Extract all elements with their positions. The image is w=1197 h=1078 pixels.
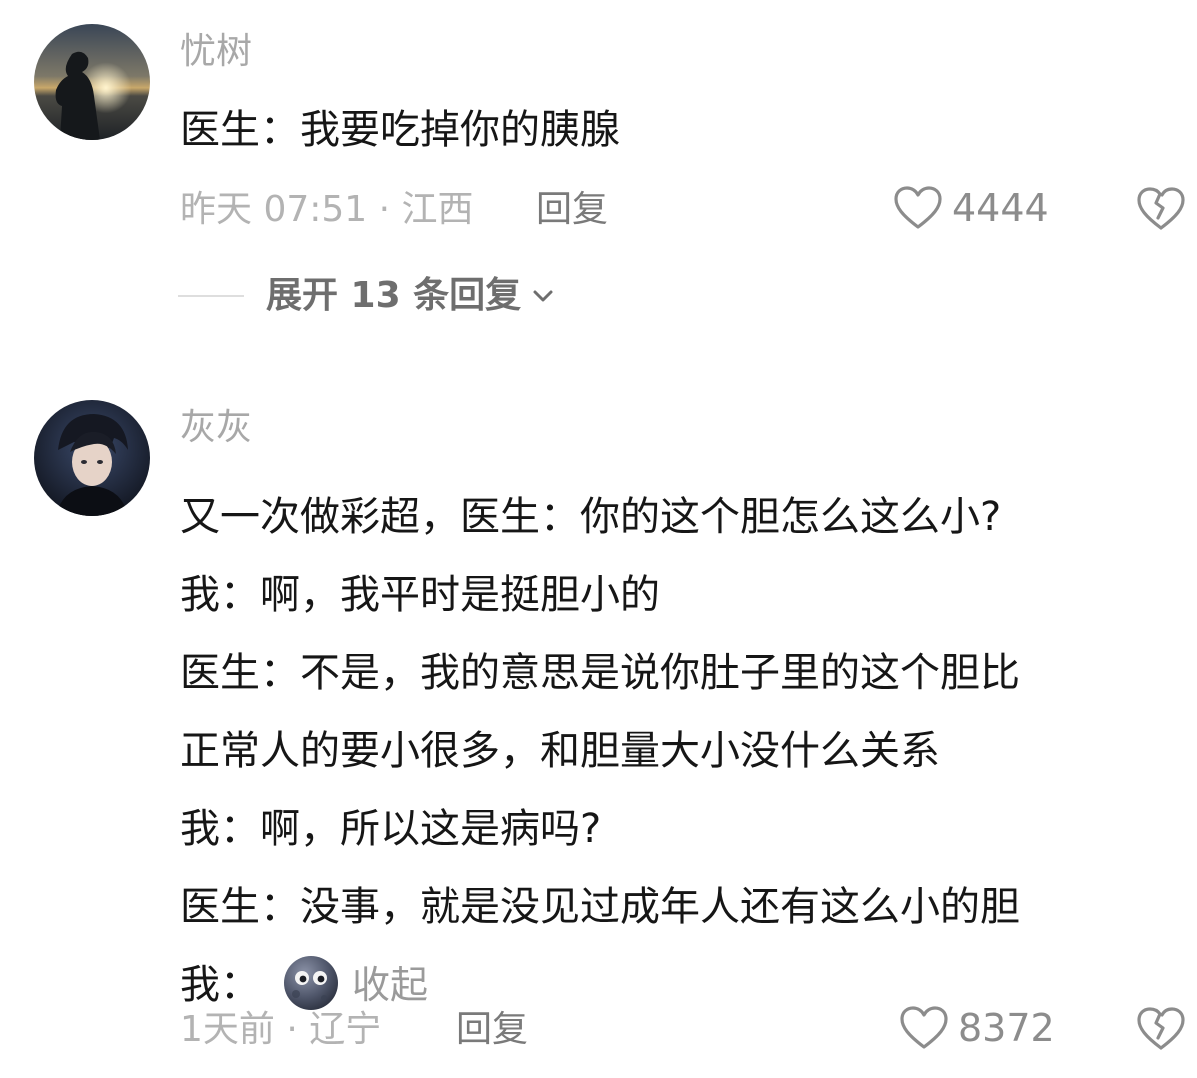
comment-text: 又一次做彩超，医生：你的这个胆怎么这么小? 我：啊，我平时是挺胆小的 医生：不是… [180, 478, 1020, 1024]
username[interactable]: 忧树 [180, 30, 252, 74]
comment-line: 医生：不是，我的意思是说你肚子里的这个胆比 [180, 650, 1020, 696]
comment-line: 医生：没事，就是没见过成年人还有这么小的胆 [180, 884, 1020, 930]
comment-timestamp-location: 1天前 · 辽宁 [180, 1009, 382, 1050]
divider-line [178, 295, 244, 297]
comment-line: 我：啊，所以这是病吗? [180, 806, 602, 852]
chevron-down-icon [533, 290, 553, 302]
collapse-button[interactable]: 收起 [352, 963, 428, 1007]
comment-timestamp-location: 昨天 07:51 · 江西 [180, 189, 474, 230]
anime-boy-avatar [34, 400, 150, 516]
heart-outline-icon [900, 1006, 948, 1049]
like-count: 8372 [958, 1006, 1055, 1050]
reply-button[interactable]: 回复 [456, 1008, 528, 1052]
comment-line: 我：啊，我平时是挺胆小的 [180, 572, 660, 618]
broken-heart-icon[interactable] [1136, 1006, 1186, 1052]
moon-face-emoji [284, 956, 338, 1010]
sunset-silhouette-avatar [34, 24, 150, 140]
comment-line-prefix: 我： [180, 962, 260, 1008]
heart-outline-icon [894, 186, 942, 229]
comment-text: 医生：我要吃掉你的胰腺 [180, 107, 620, 153]
like-button[interactable]: 4444 [892, 186, 1049, 230]
username[interactable]: 灰灰 [180, 406, 252, 450]
reply-button[interactable]: 回复 [536, 188, 608, 232]
comment-line: 正常人的要小很多，和胆量大小没什么关系 [180, 728, 940, 774]
user-avatar[interactable] [34, 400, 150, 516]
user-avatar[interactable] [34, 24, 150, 140]
like-button[interactable]: 8372 [898, 1006, 1055, 1050]
broken-heart-icon[interactable] [1136, 186, 1186, 232]
comment-line: 又一次做彩超，医生：你的这个胆怎么这么小? [180, 494, 1002, 540]
like-count: 4444 [952, 186, 1049, 230]
expand-replies-button[interactable]: 展开 13 条回复 [178, 272, 555, 320]
expand-replies-label: 展开 13 条回复 [266, 275, 522, 316]
